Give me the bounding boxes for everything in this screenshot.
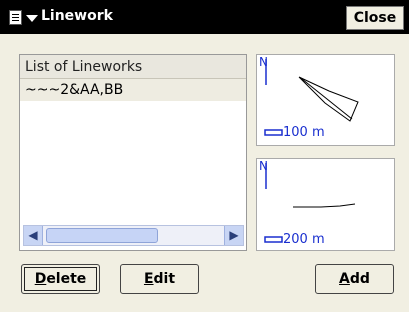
horizontal-scrollbar[interactable]: ◀ ▶ [23,225,244,246]
scroll-left-icon[interactable]: ◀ [24,226,43,245]
north-label: N [259,55,268,69]
title-bar: Linework Close [0,0,409,34]
add-label: dd [349,271,370,287]
add-mnemonic: A [339,271,350,287]
north-label: N [259,159,268,173]
linework-diagonal [301,78,353,120]
list-item[interactable]: ~~~2&AA,BB [20,79,246,101]
delete-mnemonic: D [34,271,47,287]
scroll-thumb[interactable] [46,228,158,243]
window-title: Linework [41,8,113,24]
linework-preview-map: N 100 m [256,54,395,146]
list-header: List of Lineworks [20,55,246,79]
linework-list[interactable]: List of Lineworks ~~~2&AA,BB ◀ ▶ [19,54,247,251]
close-button[interactable]: Close [346,6,404,30]
app-menu-icon[interactable] [9,10,22,25]
linework-preview-drawing [264,59,359,136]
scale-bar-icon [264,236,283,243]
add-button[interactable]: Add [315,264,394,294]
linework-polyline [293,203,356,208]
linework-overview-drawing [264,163,356,243]
scale-label: 100 m [283,125,325,140]
edit-label: dit [153,271,176,287]
edit-mnemonic: E [143,271,154,287]
linework-overview-map: N 200 m [256,158,395,251]
scale-bar-icon [264,129,283,136]
scroll-right-icon[interactable]: ▶ [224,226,243,245]
delete-button[interactable]: Delete [21,264,100,294]
scale-label: 200 m [283,232,325,247]
delete-label: elete [46,271,87,287]
chevron-down-icon[interactable] [26,15,38,22]
edit-button[interactable]: Edit [120,264,199,294]
